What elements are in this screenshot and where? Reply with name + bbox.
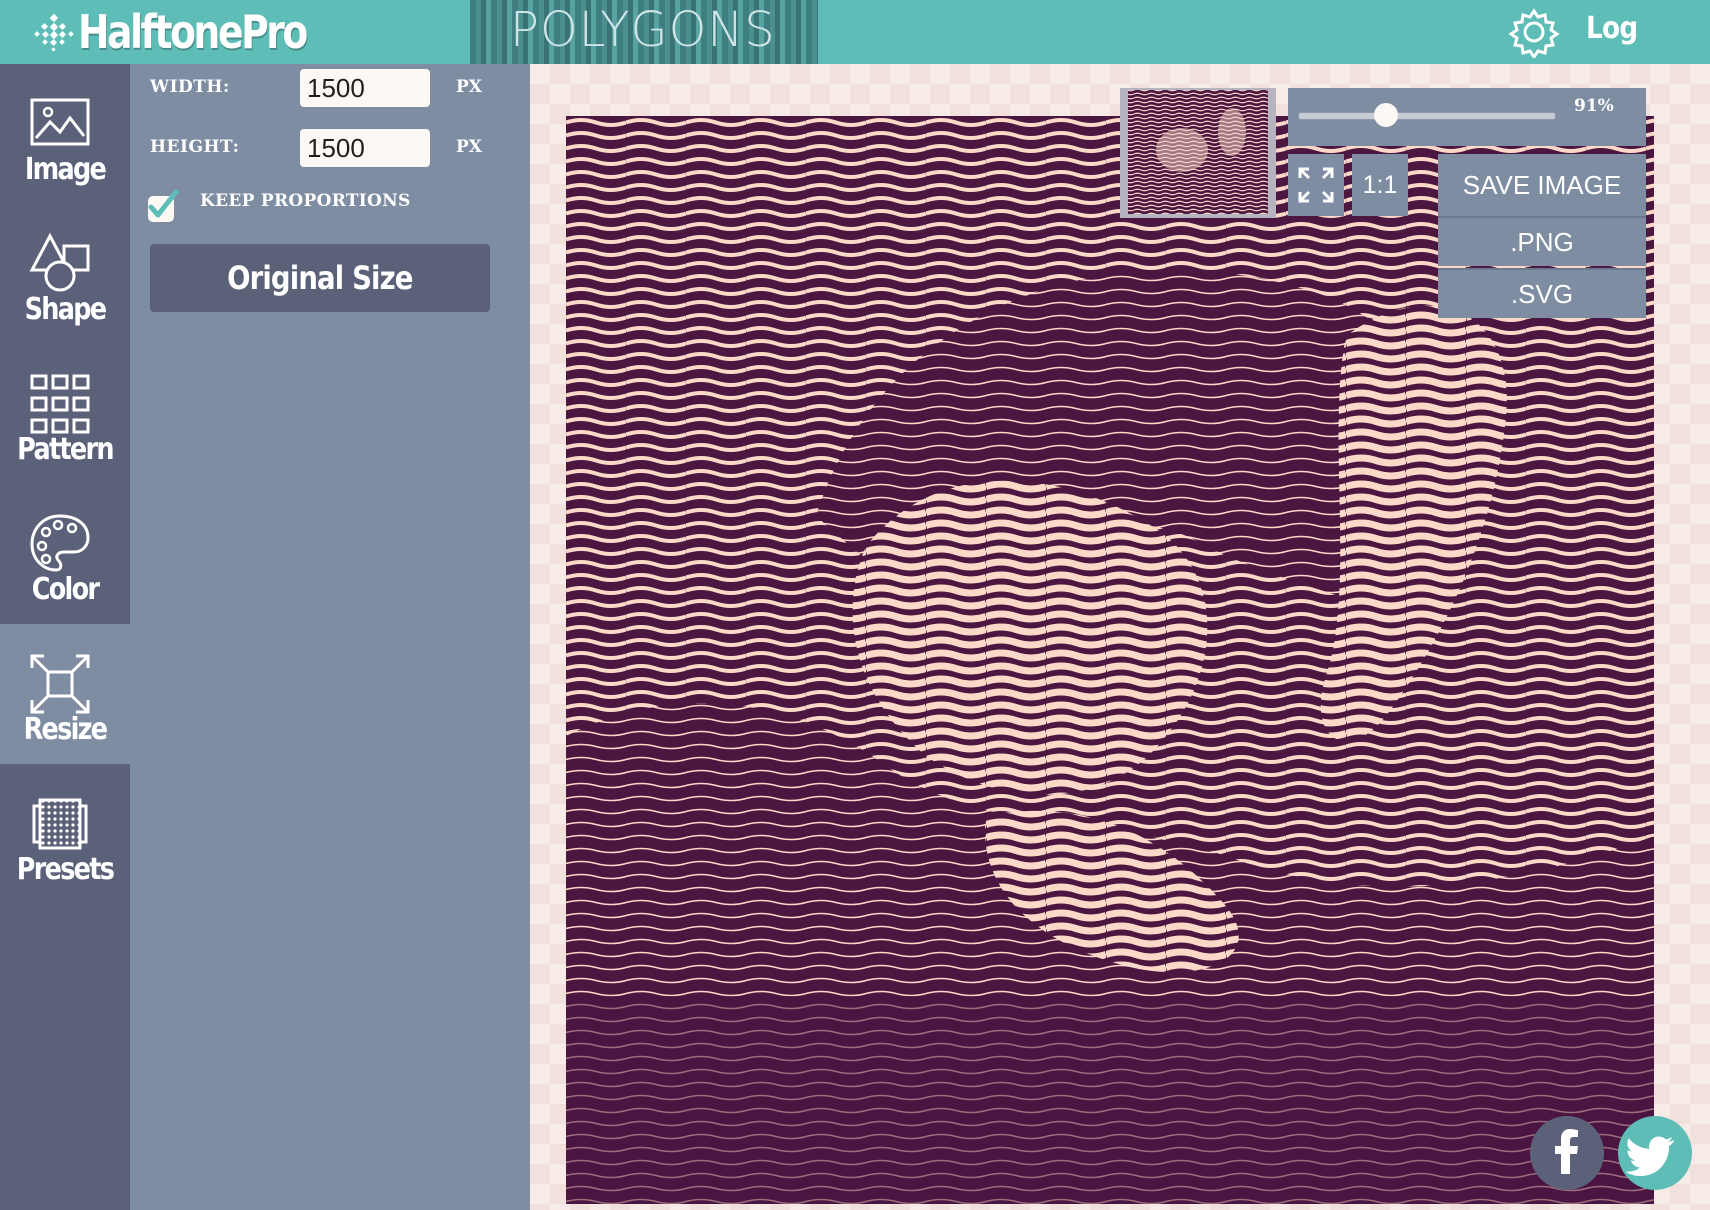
sidebar-item-label: Color bbox=[31, 572, 100, 607]
sidebar-item-pattern[interactable]: Pattern bbox=[0, 344, 130, 484]
sidebar-item-label: Resize bbox=[23, 712, 108, 747]
facebook-icon bbox=[1555, 1129, 1578, 1174]
resize-arrows-icon bbox=[30, 654, 90, 714]
save-svg-option[interactable]: .SVG bbox=[1438, 268, 1646, 318]
preview-thumbnail[interactable] bbox=[1120, 88, 1276, 218]
original-size-button[interactable]: Original Size bbox=[150, 244, 490, 312]
height-label: HEIGHT: bbox=[150, 137, 240, 157]
logo-dots-icon bbox=[34, 13, 74, 52]
app-logo[interactable]: HalftonePro bbox=[30, 4, 356, 60]
sidebar-item-color[interactable]: Color bbox=[0, 484, 130, 624]
facebook-button[interactable] bbox=[1530, 1116, 1604, 1190]
width-label: WIDTH: bbox=[150, 77, 230, 97]
fit-screen-icon bbox=[1298, 167, 1334, 203]
fit-to-screen-button[interactable] bbox=[1288, 154, 1344, 216]
logout-link[interactable]: Log Out bbox=[1586, 0, 1695, 104]
sidebar-item-label: Pattern bbox=[17, 432, 114, 467]
width-input[interactable] bbox=[300, 69, 430, 107]
palette-icon bbox=[30, 514, 90, 572]
top-bar: HalftonePro POLYGONS Log Out bbox=[0, 0, 1710, 104]
save-image-button[interactable]: SAVE IMAGE bbox=[1438, 154, 1646, 216]
sidebar-item-label: Presets bbox=[16, 852, 115, 887]
section-title: POLYGONS bbox=[510, 2, 776, 58]
keep-proportions-label[interactable]: KEEP PROPORTIONS bbox=[200, 191, 411, 211]
sidebar-item-shape[interactable]: Shape bbox=[0, 204, 130, 344]
sidebar-item-label: Shape bbox=[24, 292, 107, 327]
height-input[interactable] bbox=[300, 129, 430, 167]
sidebar-item-image[interactable]: Image bbox=[0, 64, 130, 204]
image-icon bbox=[30, 98, 90, 146]
zoom-percentage: 91% bbox=[1574, 96, 1614, 116]
gear-icon[interactable] bbox=[1508, 6, 1560, 58]
original-size-label: Original Size bbox=[227, 259, 413, 297]
pattern-grid-icon bbox=[30, 374, 90, 434]
width-unit: PX bbox=[456, 77, 482, 97]
keep-proportions-checkbox[interactable] bbox=[148, 189, 179, 222]
twitter-icon bbox=[1625, 1136, 1674, 1176]
sidebar-nav: Image Shape Pattern Color Resize Presets bbox=[0, 64, 130, 1210]
resize-settings-panel: WIDTH: PX HEIGHT: PX KEEP PROPORTIONS Or… bbox=[130, 64, 530, 1210]
zoom-slider-track[interactable] bbox=[1298, 112, 1556, 120]
twitter-button[interactable] bbox=[1618, 1116, 1692, 1190]
save-png-option[interactable]: .PNG bbox=[1438, 216, 1646, 266]
zoom-slider-handle[interactable] bbox=[1374, 103, 1398, 127]
app-name: HalftonePro bbox=[78, 5, 308, 59]
sidebar-item-presets[interactable]: Presets bbox=[0, 764, 130, 904]
actual-size-button[interactable]: 1:1 bbox=[1352, 154, 1408, 216]
shape-icon bbox=[29, 232, 90, 292]
zoom-control: 91% bbox=[1288, 88, 1646, 146]
sidebar-item-label: Image bbox=[24, 152, 107, 187]
presets-icon bbox=[32, 798, 88, 850]
checkmark-icon bbox=[148, 189, 179, 218]
sidebar-item-resize[interactable]: Resize bbox=[0, 624, 130, 764]
height-unit: PX bbox=[456, 137, 482, 157]
